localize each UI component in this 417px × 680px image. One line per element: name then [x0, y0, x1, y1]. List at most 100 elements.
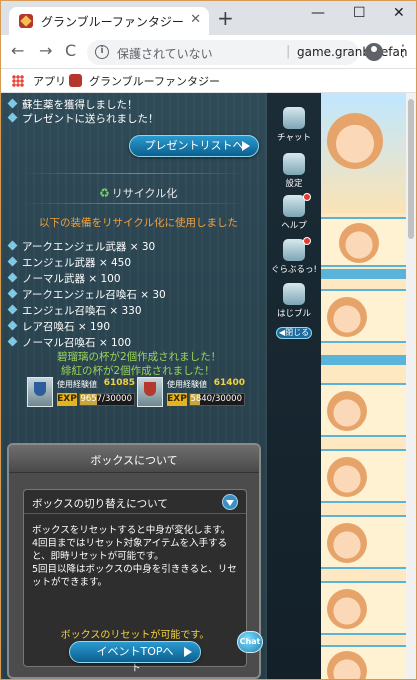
browser-menu-icon[interactable]: ⋮ — [395, 41, 411, 61]
apps-grid-icon[interactable] — [12, 75, 24, 87]
accordion-text: ボックスをリセットすると中身が変化します。 — [32, 525, 231, 536]
banner-item[interactable] — [321, 217, 416, 267]
box-panel-header: ボックスについて — [9, 445, 259, 473]
recycle-item: レア召喚石 × 190 — [7, 319, 110, 334]
banner-item[interactable] — [321, 449, 416, 503]
granblue-bookmark-icon — [69, 74, 82, 87]
side-menu: チャット 設定 ヘルプ ぐらぶるっ! はじブル ◀閉じる — [267, 93, 321, 679]
exp-used-value: 61400 — [213, 378, 245, 388]
recycle-item: アークエンジェル武器 × 30 — [7, 239, 155, 254]
banner-item[interactable] — [321, 581, 416, 635]
exp-used-label: 使用経験値 — [57, 380, 97, 389]
created-message: 緋紅の杯が2個作成されました！ — [61, 365, 215, 377]
side-menu-help[interactable]: ヘルプ — [269, 193, 319, 237]
side-menu-guraburu[interactable]: ぐらぶるっ! — [269, 237, 319, 281]
exp-badge: EXP — [167, 393, 187, 406]
close-window-button[interactable]: ✕ — [393, 5, 405, 21]
banner-item[interactable] — [321, 645, 416, 679]
forward-button[interactable]: → — [39, 43, 52, 59]
exp-badge: EXP — [57, 393, 77, 406]
character-art — [339, 223, 379, 263]
tab-close-icon[interactable]: ✕ — [190, 12, 201, 27]
notification-badge — [303, 237, 311, 245]
side-menu-hajiburu[interactable]: はじブル — [269, 281, 319, 325]
recycle-item: ノーマル召喚石 × 100 — [7, 335, 131, 350]
arrow-right-icon — [242, 141, 250, 151]
recycle-item: アークエンジェル召喚石 × 30 — [7, 287, 166, 302]
bullet-icon — [7, 98, 18, 109]
divider — [21, 203, 247, 204]
accordion-text: 4回目まではリセット対象アイテムを入手する — [32, 538, 228, 549]
recycle-heading: ♻ リサイクル化 — [99, 186, 178, 200]
chat-bubble-icon[interactable]: Chat — [237, 631, 263, 653]
tab-bar: グランブルーファンタジー ✕ + — ☐ ✕ — [1, 1, 416, 35]
bullet-icon — [7, 320, 18, 331]
browser-toolbar: ← → C i 保護されていない | game.granbluefant... … — [1, 35, 416, 69]
chevron-down-icon[interactable] — [222, 494, 238, 510]
recycle-item: ノーマル武器 × 100 — [7, 271, 121, 286]
reload-button[interactable]: C — [65, 43, 76, 59]
bullet-icon — [7, 272, 18, 283]
box-panel-title: ボックスについて — [90, 454, 178, 467]
character-art — [327, 391, 367, 431]
banner-item[interactable] — [321, 515, 416, 569]
exp-card: 使用経験値 61085 EXP 9657/30000 — [27, 377, 135, 409]
character-art — [327, 523, 367, 563]
address-bar[interactable]: i 保護されていない | game.granbluefant... ☆ — [87, 40, 407, 65]
accordion-text: ットができます。 — [32, 577, 108, 588]
exp-value: 5840/30000 — [190, 394, 242, 404]
side-menu-label: ぐらぶるっ! — [271, 265, 317, 275]
bookmark-granblue[interactable]: グランブルーファンタジー — [89, 73, 220, 89]
divider — [21, 173, 247, 174]
new-tab-button[interactable]: + — [217, 8, 234, 28]
cup-blue-icon — [27, 377, 53, 407]
event-banner[interactable] — [321, 93, 416, 213]
message-line: プレゼントに送られました！ — [7, 111, 159, 126]
side-menu-settings[interactable]: 設定 — [269, 151, 319, 195]
accordion-text: 5回目以降はボックスの中身を引ききると、リセ — [32, 564, 237, 575]
side-menu-close-button[interactable]: ◀閉じる — [276, 327, 312, 339]
tab-granblue[interactable]: グランブルーファンタジー ✕ — [9, 7, 209, 35]
url-text[interactable]: game.granbluefant... — [297, 45, 407, 59]
browser-window: グランブルーファンタジー ✕ + — ☐ ✕ ← → C i 保護されていない … — [0, 0, 417, 680]
banner-item[interactable] — [321, 383, 416, 437]
maximize-button[interactable]: ☐ — [353, 5, 366, 21]
minimize-button[interactable]: — — [311, 5, 325, 21]
back-button[interactable]: ← — [11, 43, 24, 59]
bullet-icon — [7, 240, 18, 251]
notification-badge — [303, 193, 311, 201]
exp-used-value: 61085 — [103, 378, 135, 388]
side-menu-label: 設定 — [285, 179, 303, 189]
address-separator: | — [286, 44, 291, 59]
accordion-title: ボックスの切り替えについて — [32, 498, 168, 510]
character-art — [327, 651, 367, 679]
hajiburu-icon — [283, 283, 305, 305]
help-book-icon — [283, 195, 305, 217]
side-menu-label: チャット — [277, 133, 311, 143]
chat-icon — [283, 107, 305, 129]
exp-card: 使用経験値 61400 EXP 5840/30000 — [137, 377, 245, 409]
side-menu-label: ヘルプ — [281, 221, 307, 231]
guraburu-icon — [283, 239, 305, 261]
scrollbar-thumb[interactable] — [408, 99, 414, 239]
profile-avatar[interactable] — [365, 43, 383, 61]
info-icon[interactable]: i — [95, 45, 109, 59]
event-top-button[interactable]: イベントTOPへ — [69, 641, 201, 663]
divider — [321, 355, 416, 365]
accordion-header[interactable]: ボックスの切り替えについて — [24, 490, 246, 514]
exp-bar: 5840/30000 — [189, 393, 245, 406]
created-message: 碧瑠璃の杯が2個作成されました！ — [57, 351, 222, 363]
banner-item[interactable] — [321, 289, 416, 343]
accordion-text: と、即時リセットが可能です。 — [32, 551, 164, 562]
bullet-icon — [7, 304, 18, 315]
present-list-button[interactable]: プレゼントリストへ — [129, 135, 259, 157]
page-scrollbar[interactable] — [406, 93, 416, 679]
recycle-item: エンジェル武器 × 450 — [7, 255, 131, 270]
side-menu-label: はじブル — [276, 309, 311, 319]
recycle-icon: ♻ — [99, 186, 110, 200]
side-menu-chat[interactable]: チャット — [269, 105, 319, 149]
bookmark-apps[interactable]: アプリ — [33, 73, 66, 89]
bullet-icon — [7, 288, 18, 299]
character-art — [327, 457, 367, 497]
bookmarks-bar: アプリ グランブルーファンタジー — [1, 69, 416, 93]
